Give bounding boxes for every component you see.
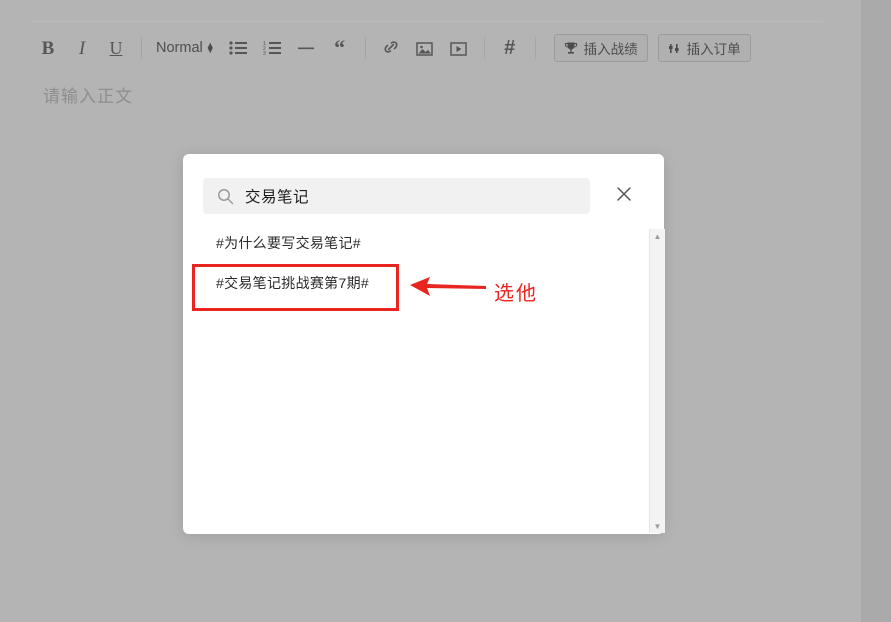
editor-toolbar: B I U Normal ▲ ▼ 1 2 3 “ # 插入战绩 插入订单 (31, 30, 751, 66)
topic-list-scrollbar[interactable]: ▲ ▼ (649, 229, 665, 533)
toolbar-separator (534, 37, 536, 59)
video-button[interactable] (442, 31, 476, 65)
topic-label: #为什么要写交易笔记# (216, 235, 361, 251)
bar-chart-icon (668, 42, 681, 55)
page-right-gutter (861, 0, 891, 622)
link-button[interactable] (374, 31, 408, 65)
caret-up-icon[interactable]: ▲ (650, 229, 665, 243)
underline-button[interactable]: U (99, 31, 133, 65)
link-icon (382, 40, 400, 56)
modal-search-row: 交易笔记 (183, 154, 664, 226)
format-dropdown-label: Normal (156, 40, 203, 56)
insert-order-label: 插入订单 (686, 42, 741, 57)
italic-button[interactable]: I (65, 31, 99, 65)
video-icon (450, 41, 467, 56)
image-icon (416, 41, 433, 56)
toolbar-separator (483, 37, 485, 59)
topic-label: #交易笔记挑战赛第7期# (216, 275, 369, 291)
close-icon (616, 186, 632, 207)
search-icon (217, 188, 234, 205)
underline-label: U (109, 38, 123, 58)
horizontal-rule-icon (297, 41, 315, 55)
bullet-list-icon (229, 41, 247, 55)
caret-down-icon[interactable]: ▼ (650, 519, 665, 533)
ordered-list-icon: 1 2 3 (263, 41, 281, 55)
insert-record-button[interactable]: 插入战绩 (553, 34, 648, 62)
insert-record-label: 插入战绩 (583, 42, 638, 57)
close-button[interactable] (610, 182, 638, 210)
bullet-list-button[interactable] (221, 31, 255, 65)
toolbar-separator (141, 37, 142, 59)
ordered-list-button[interactable]: 1 2 3 (255, 31, 289, 65)
hashtag-icon: # (504, 37, 516, 59)
bold-label: B (41, 37, 55, 59)
search-input-value: 交易笔记 (245, 189, 310, 206)
insert-order-button[interactable]: 插入订单 (657, 34, 751, 62)
search-input[interactable]: 交易笔记 (203, 178, 590, 214)
blockquote-button[interactable]: “ (323, 31, 357, 65)
horizontal-rule-button[interactable] (289, 31, 323, 65)
image-button[interactable] (408, 31, 442, 65)
hashtag-button[interactable]: # (493, 31, 527, 65)
quote-icon: “ (334, 35, 346, 60)
italic-label: I (78, 37, 86, 59)
trophy-icon (564, 41, 578, 55)
body-placeholder-text[interactable]: 请输入正文 (43, 82, 133, 107)
chevron-updown-icon: ▲ ▼ (205, 40, 215, 55)
toolbar-separator (364, 37, 366, 59)
format-dropdown[interactable]: Normal ▲ ▼ (150, 33, 221, 63)
list-item[interactable]: #为什么要写交易笔记# (183, 226, 648, 260)
topic-search-modal: 交易笔记 #为什么要写交易笔记# #交易笔记挑战赛第7期# (183, 154, 664, 534)
header-divider (31, 21, 822, 22)
left-arrow-annotation (408, 272, 486, 302)
bold-button[interactable]: B (31, 31, 65, 65)
svg-text:3: 3 (263, 51, 266, 55)
annotation-label: 选他 (494, 283, 538, 305)
